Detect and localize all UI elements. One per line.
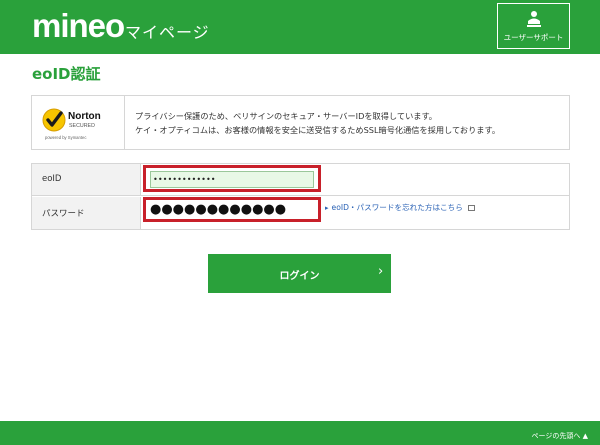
norton-logo-line1: Norton bbox=[68, 111, 101, 122]
password-input[interactable]: ●●●●●●●●●●●● bbox=[150, 202, 314, 219]
password-highlight: ●●●●●●●●●●●● bbox=[143, 197, 321, 222]
eoid-label: eoID bbox=[32, 164, 141, 195]
norton-seal[interactable]: Norton SECURED powered by Symantec bbox=[32, 96, 125, 149]
user-support-button[interactable]: ユーザーサポート bbox=[497, 3, 570, 49]
user-support-icon bbox=[526, 11, 541, 27]
external-window-icon bbox=[467, 205, 475, 211]
mineo-logo[interactable]: mineo bbox=[32, 8, 125, 44]
security-text-line1: プライバシー保護のため、ベリサインのセキュア・サーバーIDを取得しています。 bbox=[135, 111, 437, 121]
link-bullet-icon: ▸ bbox=[325, 204, 329, 212]
eoid-highlight: ••••••••••••• bbox=[143, 165, 321, 192]
login-button-label: ログイン bbox=[279, 271, 320, 282]
login-button[interactable]: ログイン › bbox=[208, 254, 391, 293]
page-title: eoID認証 bbox=[32, 65, 101, 83]
chevron-right-icon: › bbox=[378, 264, 384, 279]
forgot-credentials-text: eoID・パスワードを忘れた方はこちら bbox=[331, 203, 463, 212]
norton-info-box: Norton SECURED powered by Symantec プライバシ… bbox=[31, 95, 570, 150]
user-support-label: ユーザーサポート bbox=[503, 33, 564, 42]
security-description: プライバシー保護のため、ベリサインのセキュア・サーバーIDを取得しています。 ケ… bbox=[135, 109, 500, 137]
norton-logo-line2: SECURED bbox=[69, 123, 95, 129]
forgot-credentials-link[interactable]: ▸ eoID・パスワードを忘れた方はこちら bbox=[325, 202, 475, 213]
footer-bar: ページの先頭へ ▲ bbox=[0, 421, 600, 445]
security-text-line2: ケイ・オプティコムは、お客様の情報を安全に送受信するためSSL暗号化通信を採用し… bbox=[135, 125, 501, 135]
page-section-title: マイページ bbox=[125, 23, 210, 42]
norton-logo-line3: powered by Symantec bbox=[45, 135, 86, 140]
password-label: パスワード bbox=[32, 197, 141, 229]
norton-secured-icon: Norton SECURED powered by Symantec bbox=[42, 108, 101, 140]
eoid-input[interactable]: ••••••••••••• bbox=[150, 171, 314, 188]
back-to-top-link[interactable]: ページの先頭へ ▲ bbox=[532, 431, 588, 441]
header-bar: mineo マイページ ユーザーサポート bbox=[0, 0, 600, 54]
